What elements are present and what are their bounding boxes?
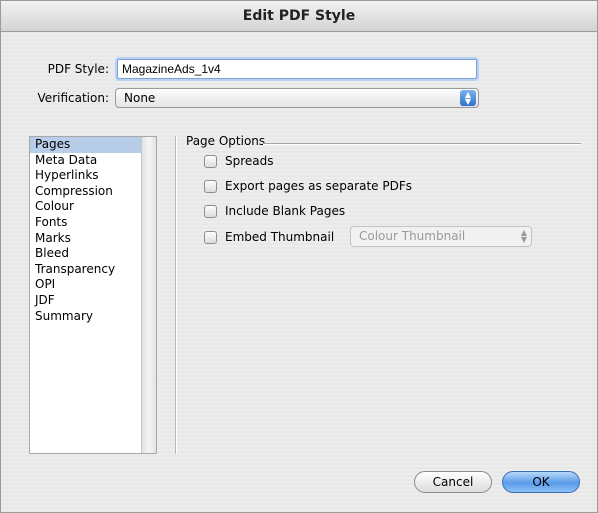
export-separate-option[interactable]: Export pages as separate PDFs	[204, 178, 412, 194]
include-blank-label: Include Blank Pages	[225, 204, 346, 218]
panel-divider	[175, 136, 177, 454]
include-blank-option[interactable]: Include Blank Pages	[204, 203, 345, 219]
sidebar-item-marks[interactable]: Marks	[30, 231, 156, 247]
embed-thumbnail-option[interactable]: Embed Thumbnail	[204, 229, 334, 245]
embed-thumbnail-checkbox[interactable]	[204, 230, 217, 244]
window-title: Edit PDF Style	[1, 1, 597, 32]
verification-select[interactable]: None ▲ ▼	[115, 88, 479, 108]
thumbnail-type-select: Colour Thumbnail ▲ ▼	[350, 226, 532, 247]
verification-value: None	[124, 91, 156, 105]
category-list-items: Pages Meta Data Hyperlinks Compression Colou…	[30, 137, 156, 324]
sidebar-item-opi[interactable]: OPI	[30, 277, 156, 293]
pdf-style-label: PDF Style:	[47, 62, 109, 76]
export-separate-checkbox[interactable]	[204, 179, 217, 193]
page-options-divider	[263, 143, 581, 145]
sidebar-item-compression[interactable]: Compression	[30, 184, 156, 200]
export-separate-label: Export pages as separate PDFs	[225, 179, 412, 193]
select-arrows-icon: ▲ ▼	[520, 228, 527, 244]
list-scrollbar[interactable]	[141, 137, 156, 453]
sidebar-item-meta-data[interactable]: Meta Data	[30, 153, 156, 169]
sidebar-item-transparency[interactable]: Transparency	[30, 262, 156, 278]
category-list[interactable]: Pages Meta Data Hyperlinks Compression Colou…	[29, 136, 157, 454]
sidebar-item-summary[interactable]: Summary	[30, 309, 156, 325]
sidebar-item-colour[interactable]: Colour	[30, 199, 156, 215]
sidebar-item-bleed[interactable]: Bleed	[30, 246, 156, 262]
sidebar-item-pages[interactable]: Pages	[30, 137, 156, 153]
include-blank-checkbox[interactable]	[204, 204, 217, 218]
sidebar-item-hyperlinks[interactable]: Hyperlinks	[30, 168, 156, 184]
sidebar-item-jdf[interactable]: JDF	[30, 293, 156, 309]
select-stepper-icon: ▲ ▼	[460, 90, 476, 106]
sidebar-item-fonts[interactable]: Fonts	[30, 215, 156, 231]
cancel-button[interactable]: Cancel	[414, 471, 492, 493]
thumbnail-type-value: Colour Thumbnail	[359, 229, 466, 243]
embed-thumbnail-label: Embed Thumbnail	[225, 230, 335, 244]
edit-pdf-style-dialog: Edit PDF Style PDF Style: Verification: …	[0, 0, 598, 513]
pdf-style-input[interactable]	[117, 59, 477, 79]
spreads-label: Spreads	[225, 154, 274, 168]
spreads-option[interactable]: Spreads	[204, 153, 274, 169]
verification-label: Verification:	[37, 91, 109, 105]
page-options-title: Page Options	[186, 134, 266, 148]
ok-button[interactable]: OK	[502, 471, 580, 493]
spreads-checkbox[interactable]	[204, 154, 217, 168]
